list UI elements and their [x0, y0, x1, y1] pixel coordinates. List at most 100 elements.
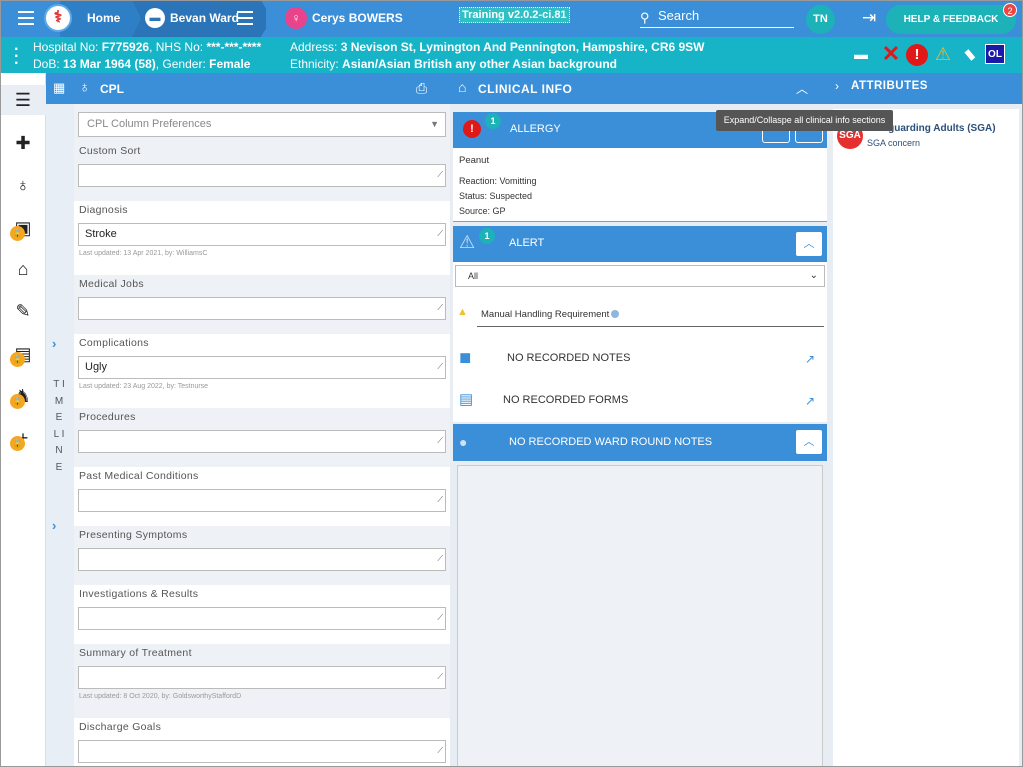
main-menu-icon[interactable]: [18, 11, 38, 27]
resus-status-icon[interactable]: ✕: [881, 43, 901, 65]
resize-grip-icon[interactable]: ⟋: [437, 489, 443, 510]
cpl-section: Diagnosis Stroke ⟋ Last updated: 13 Apr 202…: [74, 201, 450, 275]
cpl-section-textarea[interactable]: ⟋: [78, 740, 446, 763]
info-icon[interactable]: [611, 310, 619, 318]
external-link-icon[interactable]: ↗: [805, 394, 815, 408]
external-link-icon[interactable]: ↗: [805, 352, 815, 366]
ward-menu-icon[interactable]: [237, 11, 253, 29]
cpl-header: ▦ ♁ CPL ⎙: [46, 73, 450, 104]
clinical-info-title: CLINICAL INFO: [478, 82, 573, 96]
edit-document-icon[interactable]: ✎: [8, 296, 38, 326]
collapse-all-icon[interactable]: ︿: [796, 80, 808, 97]
resize-grip-icon[interactable]: ⟋: [437, 548, 443, 569]
training-version-label: Training v2.0.2-ci.81: [459, 7, 570, 23]
alert-divider: [477, 326, 824, 327]
allergy-icon: !: [463, 120, 481, 138]
patient-ethnicity: Ethnicity: Asian/Asian British any other…: [290, 57, 617, 71]
calendar-add-icon[interactable]: ▦: [53, 80, 65, 96]
resize-grip-icon[interactable]: ⟋: [437, 223, 443, 244]
cpl-section: Presenting Symptoms ⟋: [74, 526, 450, 585]
attributes-list: SGA Safeguarding Adults (SGA) SGA concer…: [833, 109, 1019, 767]
form-clipboard-icon: ▤: [459, 391, 474, 408]
alert-collapse-button[interactable]: ︿: [795, 231, 823, 257]
resize-grip-icon[interactable]: ⟋: [437, 356, 443, 377]
cpl-column-preferences-select[interactable]: CPL Column Preferences ▼: [78, 112, 446, 137]
cpl-body: CPL Column Preferences ▼ Custom Sort ⟋ Dia…: [74, 104, 450, 767]
help-notification-badge: 2: [1003, 3, 1017, 17]
allergy-status-icon[interactable]: !: [906, 44, 928, 66]
resize-grip-icon[interactable]: ⟋: [437, 430, 443, 451]
patient-menu-icon[interactable]: · · ·: [14, 42, 19, 72]
help-feedback-button[interactable]: HELP & FEEDBACK: [886, 5, 1016, 34]
logout-icon[interactable]: ⇥: [862, 8, 876, 28]
cpl-section-last-updated: Last updated: 13 Apr 2021, by: WilliamsC: [79, 250, 208, 257]
alert-title: ALERT: [509, 237, 545, 249]
chevron-right-icon[interactable]: ›: [52, 336, 56, 351]
stethoscope-icon[interactable]: ♁: [8, 170, 38, 200]
timeline-panel[interactable]: › T I M E L I N E ›: [46, 104, 74, 767]
female-patient-icon: ♀: [285, 7, 307, 29]
add-icon[interactable]: ✚: [8, 128, 38, 158]
alert-count-badge: 1: [479, 228, 495, 244]
cpl-section-textarea[interactable]: ⟋: [78, 666, 446, 689]
cpl-section-label: Presenting Symptoms: [79, 529, 188, 541]
nhs-no-label: , NHS No:: [149, 40, 207, 54]
resize-grip-icon[interactable]: ⟋: [437, 740, 443, 761]
patient-address: Address: 3 Nevison St, Lymington And Pen…: [290, 40, 705, 54]
resize-grip-icon[interactable]: ⟋: [437, 666, 443, 687]
hospital-icon[interactable]: ⌂: [8, 254, 38, 284]
lock-icon: 🔒: [10, 226, 25, 241]
chat-bubble-icon: ●: [459, 434, 468, 450]
cpl-section-label: Discharge Goals: [79, 721, 162, 733]
ward-label: Bevan Ward: [170, 11, 239, 25]
add-person-icon[interactable]: +🔒: [8, 423, 38, 453]
camera-icon[interactable]: ▣🔒: [8, 213, 38, 243]
lock-icon: 🔒: [10, 352, 25, 367]
sga-subtitle: SGA concern: [867, 138, 921, 148]
alert-item-label: Manual Handling Requirement: [481, 309, 610, 320]
patient-ids: Hospital No: F775926, NHS No: ***-***-**…: [33, 40, 261, 54]
cpl-section-textarea[interactable]: ⟋: [78, 297, 446, 320]
cpl-section-textarea[interactable]: ⟋: [78, 489, 446, 512]
cpl-section-textarea[interactable]: ⟋: [78, 430, 446, 453]
chevron-right-icon[interactable]: ›: [835, 79, 839, 93]
alert-section-header[interactable]: ⚠ 1 ALERT ︿: [453, 226, 827, 262]
alert-warning-icon[interactable]: ⚠: [933, 44, 953, 64]
cpl-section-textarea[interactable]: ⟋: [78, 548, 446, 571]
attributes-header[interactable]: › ATTRIBUTES: [829, 73, 1023, 104]
cpl-section-textarea[interactable]: ⟋: [78, 607, 446, 630]
cpl-section-label: Summary of Treatment: [79, 647, 192, 659]
search-input[interactable]: ⚲ Search: [640, 6, 794, 28]
clipboard-icon[interactable]: ▤🔒: [8, 339, 38, 369]
hospital-no-label: Hospital No:: [33, 40, 102, 54]
alert-filter-select[interactable]: All ⌄: [455, 265, 825, 287]
user-avatar[interactable]: TN: [806, 5, 835, 34]
list-view-icon[interactable]: ☰: [0, 85, 46, 115]
ward-round-collapse-button[interactable]: ︿: [795, 429, 823, 455]
cpl-section-textarea[interactable]: Ugly ⟋: [78, 356, 446, 379]
allergy-name: Peanut: [459, 155, 490, 166]
cpl-section-textarea[interactable]: Stroke ⟋: [78, 223, 446, 246]
ward-round-section-header[interactable]: ● NO RECORDED WARD ROUND NOTES ︿: [453, 424, 827, 461]
breadcrumb-home[interactable]: Home: [60, 0, 140, 37]
cpl-section: Summary of Treatment ⟋ Last updated: 8 Oct…: [74, 644, 450, 718]
resize-grip-icon[interactable]: ⟋: [437, 164, 443, 185]
print-icon[interactable]: ⎙: [416, 80, 427, 97]
walking-person-icon[interactable]: ♞🔒: [8, 381, 38, 411]
patient-demographics: DoB: 13 Mar 1964 (58), Gender: Female: [33, 57, 250, 71]
chevron-right-icon[interactable]: ›: [52, 518, 56, 533]
search-icon: ⚲: [640, 10, 650, 25]
resize-grip-icon[interactable]: ⟋: [437, 297, 443, 318]
cpl-section: Complications Ugly ⟋ Last updated: 23 Aug 2…: [74, 334, 450, 408]
alert-list-item[interactable]: ▲ Manual Handling Requirement: [453, 290, 827, 330]
app-logo[interactable]: ⚕: [44, 4, 72, 32]
home-label: Home: [87, 11, 121, 25]
bed-status-icon[interactable]: ▬: [851, 44, 871, 64]
ward-round-notes-area[interactable]: [457, 465, 823, 767]
medication-pill-icon[interactable]: ▮: [955, 40, 983, 68]
resize-grip-icon[interactable]: ⟋: [437, 607, 443, 628]
cpl-section-textarea[interactable]: ⟋: [78, 164, 446, 187]
ol-badge[interactable]: OL: [985, 44, 1005, 64]
hospital-no: F775926: [101, 40, 150, 54]
cpl-section-label: Investigations & Results: [79, 588, 199, 600]
